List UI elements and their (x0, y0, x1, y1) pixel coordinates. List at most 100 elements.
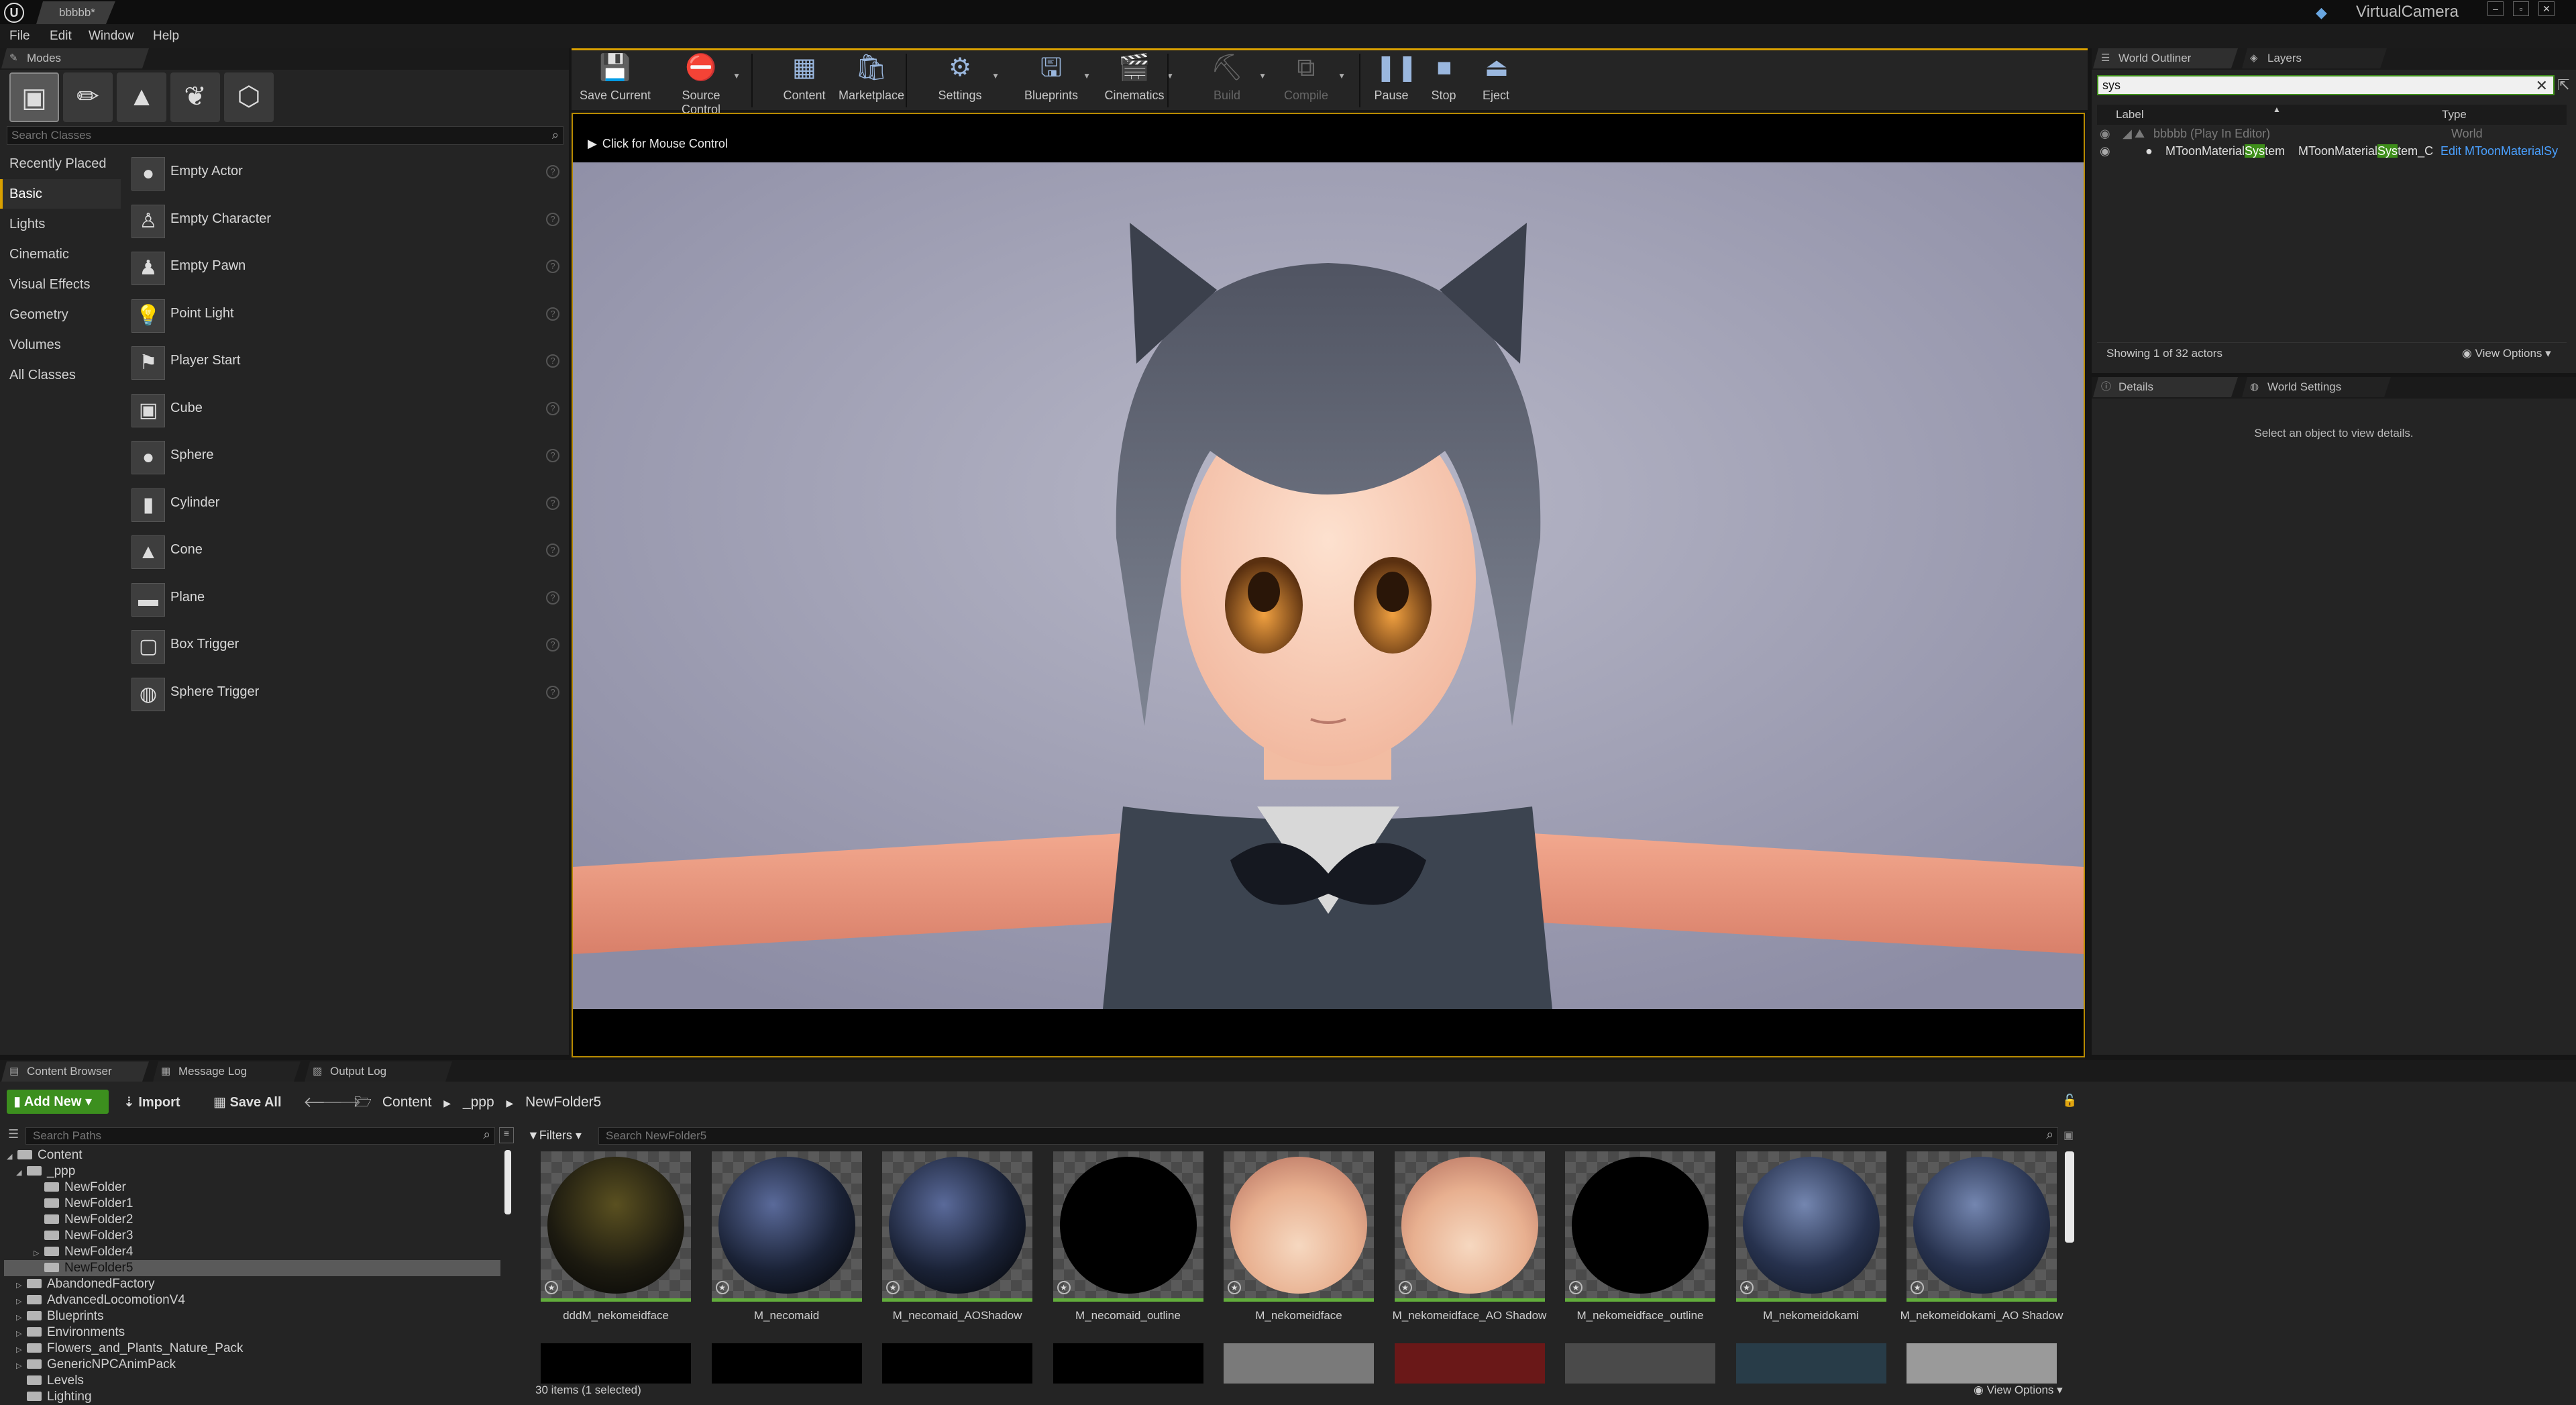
folder-blueprints[interactable]: ▷ Blueprints (4, 1308, 500, 1324)
tab-layers[interactable]: ◈ Layers (2242, 48, 2387, 68)
expand-arrow-icon[interactable]: ▷ (16, 1294, 27, 1310)
save-current-button[interactable]: 💾 Save Current (576, 48, 655, 109)
dropdown-arrow-icon[interactable]: ▼ (1083, 71, 1091, 81)
visibility-eye-icon[interactable]: ◉ (2100, 142, 2110, 160)
category-lights[interactable]: Lights (0, 209, 121, 239)
dropdown-arrow-icon[interactable]: ▼ (1258, 71, 1267, 81)
landscape-mode-button[interactable]: ▲ (117, 72, 166, 122)
settings-button[interactable]: ⚙ Settings ▼ (920, 48, 1000, 109)
dropdown-arrow-icon[interactable]: ▼ (733, 71, 741, 81)
edit-blueprint-link[interactable]: Edit MToonMaterialSy (2440, 142, 2558, 160)
folder-abandonedfactory[interactable]: ▷ AbandonedFactory (4, 1276, 500, 1292)
expand-arrow-icon[interactable]: ◢ (16, 1165, 27, 1181)
actor-item-empty-character[interactable]: ♙ Empty Character? (126, 198, 566, 245)
search-classes-input[interactable] (7, 127, 531, 144)
minimize-button[interactable]: – (2487, 1, 2504, 16)
actor-item-player-start[interactable]: ⚑ Player Start? (126, 340, 566, 386)
source-control-button[interactable]: ⛔ Source Control ▼ (661, 48, 741, 116)
asset-tile[interactable]: ★ dddM_nekomeidface (541, 1151, 691, 1339)
outliner-view-options[interactable]: ◉ View Options ▾ (2462, 343, 2551, 364)
paint-mode-button[interactable]: ✏ (63, 72, 113, 122)
actor-item-cylinder[interactable]: ▮ Cylinder? (126, 482, 566, 529)
asset-tile[interactable]: ★ M_nekomeidface_outline (1565, 1151, 1715, 1339)
add-actor-icon[interactable]: ⇱ (2557, 76, 2569, 94)
asset-tile-row2[interactable] (1565, 1343, 1715, 1384)
path-view-options-icon[interactable]: ≡ (499, 1127, 514, 1143)
asset-tile[interactable]: ★ M_nekomeidface_AO Shadow (1393, 1151, 1546, 1339)
tab-content-browser[interactable]: ▤ Content Browser (1, 1061, 149, 1082)
asset-tile[interactable]: ★ M_nekomeidokami (1735, 1151, 1886, 1339)
help-icon[interactable]: ? (546, 307, 559, 321)
asset-tile[interactable]: ★ M_necomaid_outline (1053, 1151, 1203, 1339)
help-icon[interactable]: ? (546, 638, 559, 652)
folder-genericnpcanimpack[interactable]: ▷ GenericNPCAnimPack (4, 1357, 500, 1373)
dropdown-arrow-icon[interactable]: ▼ (991, 71, 1000, 81)
search-classes-box[interactable]: ⌕ (7, 126, 564, 145)
folder-advancedlocomotionv4[interactable]: ▷ AdvancedLocomotionV4 (4, 1292, 500, 1308)
expand-arrow-icon[interactable]: ▷ (16, 1278, 27, 1294)
menu-file[interactable]: File (9, 27, 30, 46)
help-icon[interactable]: ? (546, 543, 559, 557)
folder-newfolder5[interactable]: NewFolder5 (4, 1260, 500, 1276)
category-all-classes[interactable]: All Classes (0, 360, 121, 390)
asset-tile[interactable]: ★ M_nekomeidface (1224, 1151, 1374, 1339)
menu-edit[interactable]: Edit (50, 27, 72, 46)
category-cinematic[interactable]: Cinematic (0, 240, 121, 269)
favorite-star-icon[interactable]: ★ (1569, 1281, 1582, 1294)
cinematics-button[interactable]: 🎬 Cinematics ▼ (1095, 48, 1174, 109)
viewport[interactable]: ▶ Click for Mouse Control (572, 113, 2085, 1057)
category-geometry[interactable]: Geometry (0, 300, 121, 329)
geometry-mode-button[interactable]: ⬡ (224, 72, 274, 122)
folder-lighting[interactable]: Lighting (4, 1389, 500, 1405)
asset-tile-row2[interactable] (1394, 1343, 1545, 1384)
actor-item-empty-actor[interactable]: ● Empty Actor? (126, 150, 566, 197)
expand-arrow-icon[interactable]: ▷ (34, 1245, 44, 1261)
sources-toggle-icon[interactable]: ☰ (8, 1127, 19, 1141)
outliner-search-input[interactable] (2098, 76, 2514, 94)
expand-arrow-icon[interactable]: ▷ (16, 1358, 27, 1374)
breadcrumb-ppp[interactable]: _ppp (463, 1094, 494, 1110)
expand-arrow-icon[interactable]: ◢ (7, 1149, 17, 1165)
help-icon[interactable]: ? (546, 496, 559, 510)
save-search-icon[interactable]: ▣ (2063, 1129, 2074, 1142)
outliner-row-mtoon[interactable]: ◉ ● MToonMaterialSystem MToonMaterialSys… (2097, 142, 2567, 160)
close-button[interactable]: ✕ (2538, 1, 2555, 16)
breadcrumb-newfolder5[interactable]: NewFolder5 (525, 1094, 601, 1110)
favorite-star-icon[interactable]: ★ (1228, 1281, 1241, 1294)
document-tab[interactable]: bbbbb* (36, 1, 115, 24)
place-mode-button[interactable]: ▣ (9, 72, 59, 122)
favorite-star-icon[interactable]: ★ (1911, 1281, 1924, 1294)
folder-newfolder[interactable]: NewFolder (4, 1180, 500, 1196)
folder-newfolder1[interactable]: NewFolder1 (4, 1196, 500, 1212)
visibility-eye-icon[interactable]: ◉ (2100, 125, 2110, 142)
folder-newfolder4[interactable]: ▷ NewFolder4 (4, 1244, 500, 1260)
marketplace-button[interactable]: 🛍 Marketplace (832, 48, 911, 109)
lock-icon[interactable]: 🔓 (2062, 1094, 2077, 1108)
column-type[interactable]: Type (2442, 105, 2467, 125)
favorite-star-icon[interactable]: ★ (1398, 1281, 1412, 1294)
tab-output-log[interactable]: ▧ Output Log (305, 1061, 452, 1082)
folder--ppp[interactable]: ◢ _ppp (4, 1163, 500, 1180)
dropdown-arrow-icon[interactable]: ▼ (1338, 71, 1346, 81)
help-icon[interactable]: ? (546, 449, 559, 462)
help-icon[interactable]: ? (546, 685, 559, 699)
asset-scrollbar[interactable] (2065, 1151, 2074, 1243)
asset-tile-row2[interactable] (882, 1343, 1032, 1384)
favorite-star-icon[interactable]: ★ (545, 1281, 558, 1294)
actor-item-cone[interactable]: ▲ Cone? (126, 529, 566, 576)
menu-help[interactable]: Help (153, 27, 179, 46)
eject-button[interactable]: ⏏ Eject (1469, 48, 1523, 109)
actor-item-point-light[interactable]: 💡 Point Light? (126, 293, 566, 340)
tab-modes[interactable]: ✎ Modes (1, 48, 149, 68)
add-new-button[interactable]: ▮ Add New ▾ (7, 1090, 109, 1114)
outliner-search-box[interactable]: ✕ (2097, 75, 2555, 95)
help-icon[interactable]: ? (546, 165, 559, 178)
favorite-star-icon[interactable]: ★ (1057, 1281, 1071, 1294)
help-icon[interactable]: ? (546, 212, 559, 226)
search-assets-box[interactable]: ⌕ (598, 1127, 2058, 1145)
actor-item-plane[interactable]: ▬ Plane? (126, 576, 566, 623)
tab-details[interactable]: ⓘ Details (2093, 377, 2238, 397)
asset-tile[interactable]: ★ M_nekomeidokami_AO Shadow (1900, 1151, 2063, 1339)
tab-world-settings[interactable]: ◍ World Settings (2242, 377, 2391, 397)
search-paths-box[interactable]: ⌕ (25, 1127, 495, 1145)
